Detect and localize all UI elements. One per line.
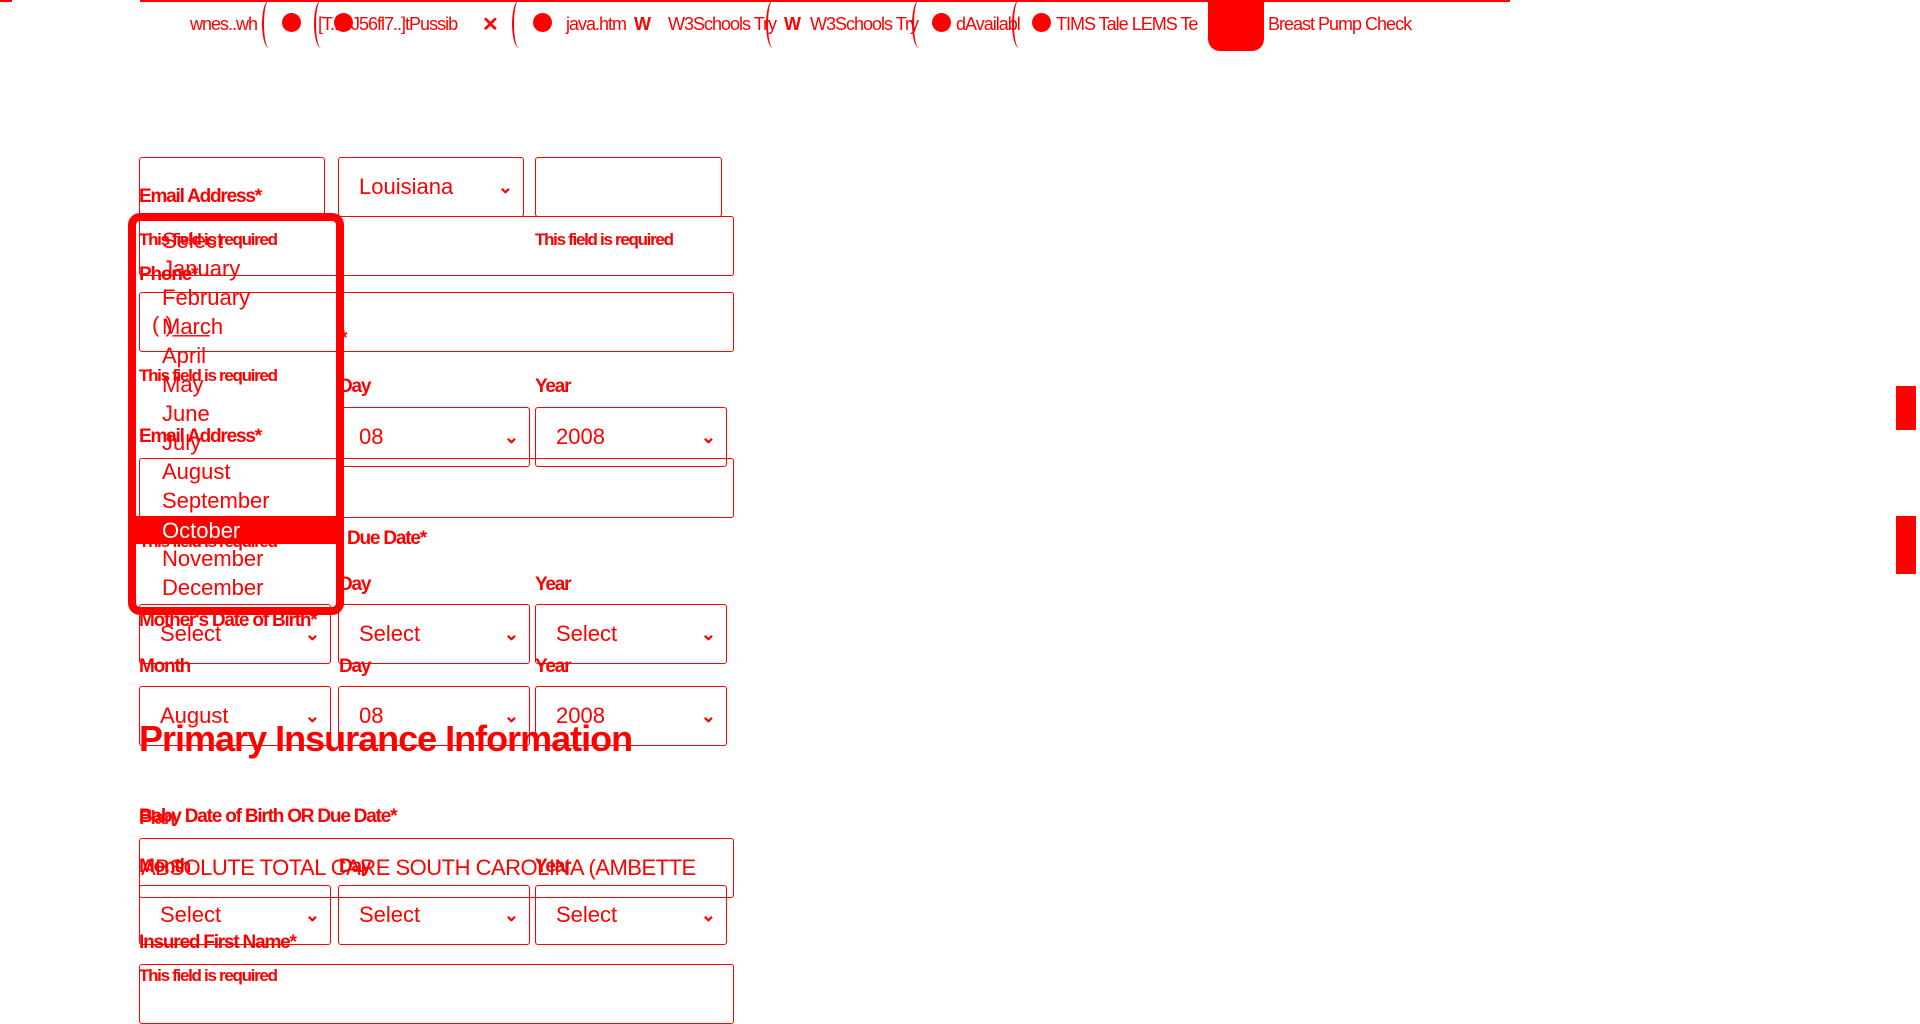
error-message: This field is required <box>535 230 674 249</box>
globe-icon <box>932 13 951 32</box>
due-year-select[interactable]: Select ⌄ <box>535 604 727 664</box>
baby-year-select[interactable]: Select ⌄ <box>535 885 727 945</box>
baby-day-value: Select <box>359 902 421 927</box>
dropdown-option[interactable]: December <box>162 575 263 601</box>
month-label: Month <box>139 856 191 877</box>
due-date-label: Due Date* <box>347 528 427 549</box>
dropdown-option-selected[interactable]: October <box>136 516 336 544</box>
chevron-down-icon: ⌄ <box>503 624 519 644</box>
chevron-down-icon: ⌄ <box>304 905 320 925</box>
active-tab[interactable] <box>1208 0 1264 51</box>
tab-separator <box>1012 0 1026 48</box>
chevron-down-icon: ⌄ <box>700 905 716 925</box>
year-label: Year <box>535 856 572 877</box>
w3schools-icon: W <box>634 14 651 34</box>
tab-separator <box>262 0 276 48</box>
globe-icon <box>1032 13 1051 32</box>
year-label: Year <box>535 376 572 397</box>
tab-label[interactable]: [T...0J56fl7..]tPussib <box>318 14 458 35</box>
globe-icon <box>282 13 301 32</box>
close-tab-icon[interactable]: ✕ <box>482 12 499 37</box>
tab-label[interactable]: W3Schools Try <box>810 14 919 35</box>
dropdown-option[interactable]: July <box>162 430 201 456</box>
tab-strip-line <box>0 0 12 2</box>
chevron-down-icon: ⌄ <box>700 706 716 726</box>
baby-day-select[interactable]: Select ⌄ <box>338 885 530 945</box>
chevron-down-icon: ⌄ <box>700 624 716 644</box>
tab-label[interactable]: dAvailabl <box>956 14 1021 35</box>
state-select[interactable]: Louisiana ⌄ <box>338 157 524 217</box>
zip-input[interactable] <box>535 157 722 217</box>
year-label: Year <box>535 656 572 677</box>
dropdown-option[interactable]: June <box>162 401 210 427</box>
dropdown-option[interactable]: February <box>162 285 250 311</box>
chevron-down-icon: ⌄ <box>497 177 513 197</box>
insurance-plan-value: ABSOLUTE TOTAL CARE SOUTH CAROLINA (AMBE… <box>141 855 696 880</box>
tab-label[interactable]: java.htm <box>566 14 627 35</box>
year-label: Year <box>535 574 572 595</box>
dob-day-value: 08 <box>359 424 384 449</box>
dropdown-option-selected-label: October <box>162 518 241 543</box>
tab-label[interactable]: Breast Pump Check <box>1268 14 1412 35</box>
baby-year-value: Select <box>556 902 618 927</box>
scrollbar-marker[interactable] <box>1896 386 1916 430</box>
month-label: Month <box>139 656 191 677</box>
dropdown-option[interactable]: August <box>162 459 231 485</box>
tab-separator <box>766 0 780 48</box>
dob-year-value: 2008 <box>556 424 605 449</box>
baby-dob-label: Baby Date of Birth OR Due Date* <box>139 806 398 827</box>
tab-separator <box>912 0 926 48</box>
dropdown-option[interactable]: April <box>162 343 206 369</box>
dropdown-option[interactable]: November <box>162 546 263 572</box>
due-year-value: Select <box>556 621 618 646</box>
globe-icon <box>533 13 552 32</box>
insured-first-name-input[interactable] <box>139 964 734 1024</box>
tab-label[interactable]: TIMS Tale LEMS Te <box>1056 14 1198 35</box>
day-label: Day <box>339 856 371 877</box>
scrollbar-marker[interactable] <box>1896 516 1916 574</box>
tab-strip-line <box>140 0 1510 2</box>
plan-label: Plan <box>139 808 176 829</box>
tab-label[interactable]: wnes..wh <box>190 14 258 35</box>
dropdown-header: Select <box>162 228 224 253</box>
w3schools-icon: W <box>784 14 801 34</box>
state-select-value: Louisiana <box>359 174 454 199</box>
dropdown-option[interactable]: January <box>162 256 240 282</box>
dropdown-option[interactable]: September <box>162 488 270 514</box>
tab-separator <box>512 0 526 48</box>
due-day-value: Select <box>359 621 421 646</box>
dropdown-option[interactable]: March <box>162 314 223 340</box>
due-day-select[interactable]: Select ⌄ <box>338 604 530 664</box>
email-label: Email Address* <box>139 186 262 207</box>
chevron-down-icon: ⌄ <box>503 905 519 925</box>
baby-month-value: Select <box>160 902 222 927</box>
tab-label[interactable]: W3Schools Try <box>668 14 777 35</box>
insured-first-name-label: Insured First Name* <box>139 932 297 953</box>
insurance-heading: Primary Insurance Information <box>139 718 633 759</box>
dropdown-option[interactable]: May <box>162 372 204 398</box>
day-label: Day <box>339 656 371 677</box>
